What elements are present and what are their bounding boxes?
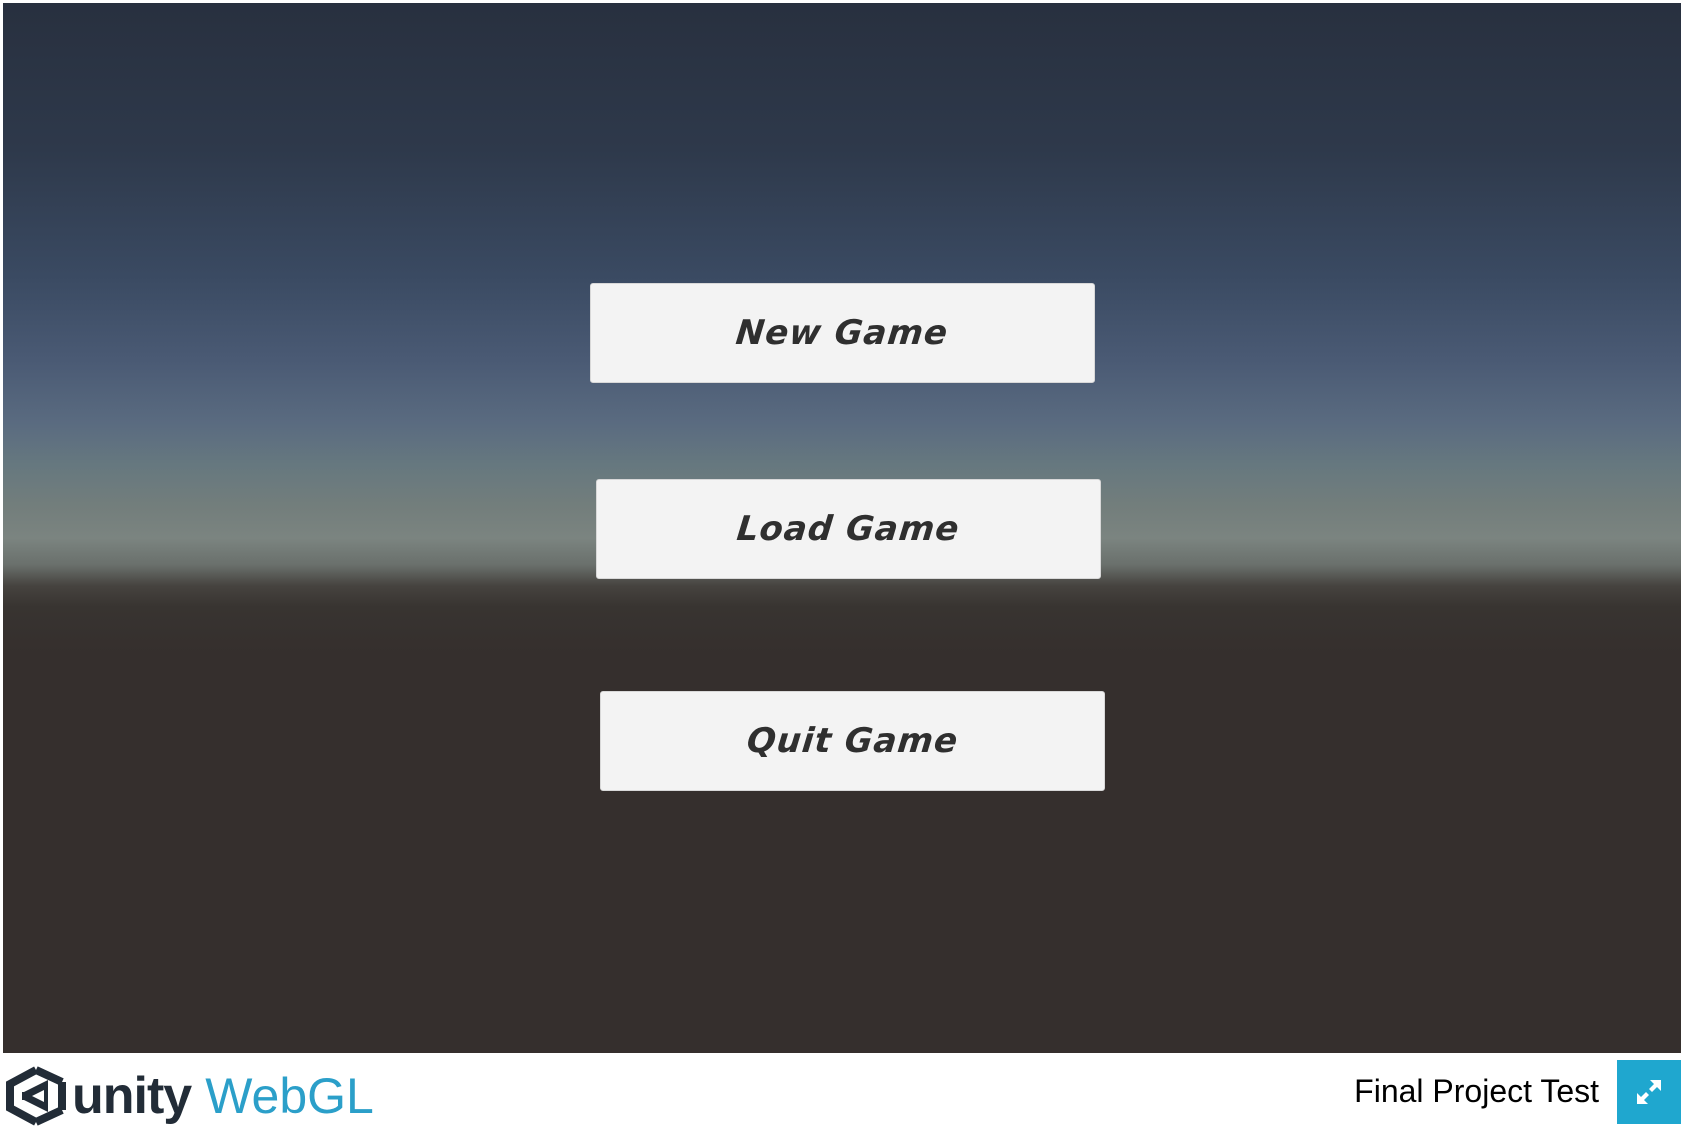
fullscreen-button[interactable] xyxy=(1617,1060,1681,1124)
load-game-label: Load Game xyxy=(735,509,962,549)
quit-game-button[interactable]: Quit Game xyxy=(600,691,1105,791)
project-title: Final Project Test xyxy=(1354,1073,1599,1109)
game-canvas[interactable]: New Game Load Game Quit Game xyxy=(3,3,1681,1053)
footer: unity WebGL Final Project Test xyxy=(0,1053,1681,1128)
load-game-button[interactable]: Load Game xyxy=(596,479,1101,579)
new-game-button[interactable]: New Game xyxy=(590,283,1095,383)
fullscreen-icon xyxy=(1637,1080,1661,1104)
unity-webgl-logo: unity WebGL xyxy=(2,1061,374,1128)
unity-cube-icon xyxy=(6,1066,66,1126)
new-game-label: New Game xyxy=(734,313,951,353)
logo-unity-text: unity xyxy=(72,1067,192,1125)
quit-game-label: Quit Game xyxy=(744,721,961,761)
page: New Game Load Game Quit Game unity WebGL… xyxy=(0,0,1681,1128)
logo-webgl-text: WebGL xyxy=(205,1068,374,1124)
